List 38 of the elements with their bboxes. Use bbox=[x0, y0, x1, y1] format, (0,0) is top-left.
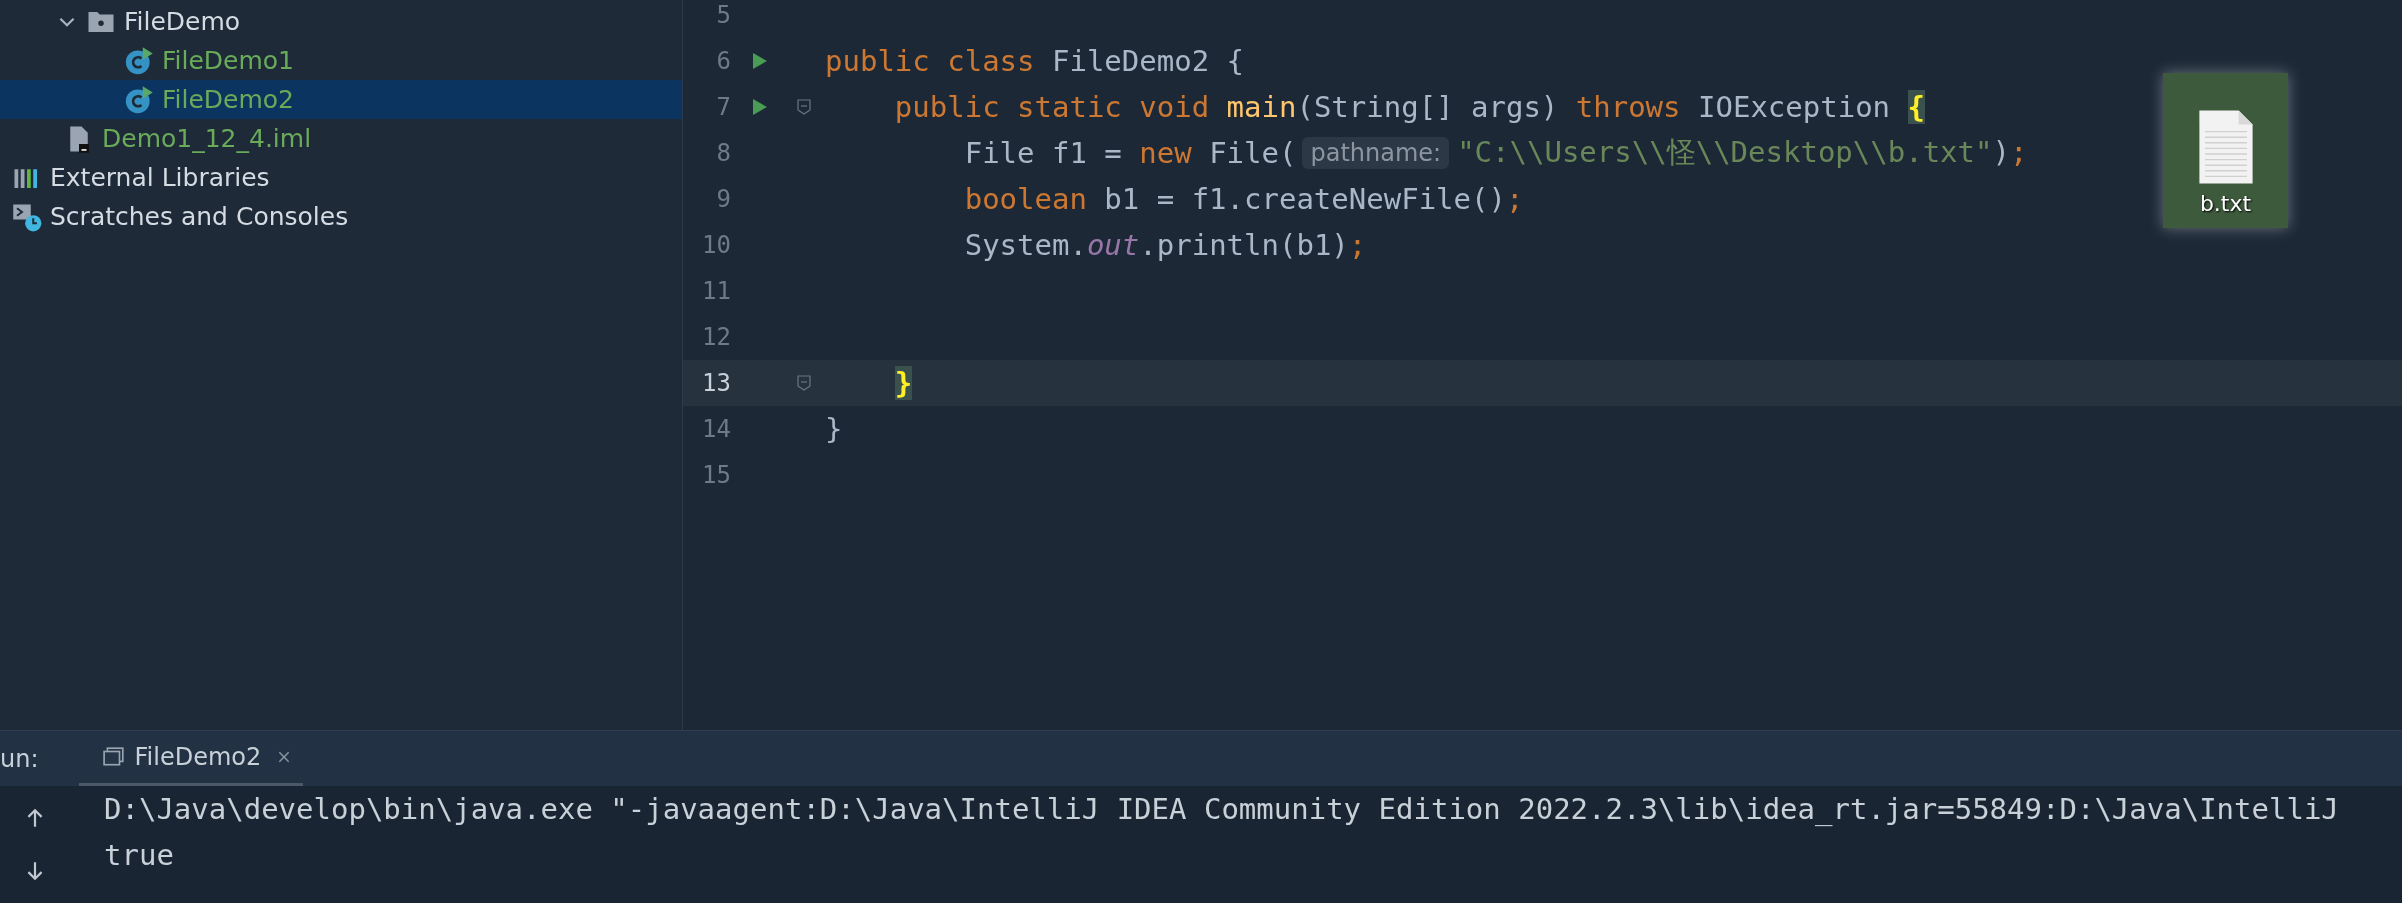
console-line: true bbox=[104, 837, 175, 874]
text-file-icon bbox=[2197, 109, 2254, 185]
close-icon[interactable] bbox=[277, 750, 292, 764]
class-icon bbox=[124, 45, 154, 76]
code-text: } bbox=[893, 366, 913, 400]
tree-item[interactable]: Demo1_12_4.iml bbox=[0, 119, 682, 158]
fold-marker-icon[interactable] bbox=[796, 99, 812, 115]
tree-item[interactable]: Scratches and Consoles bbox=[0, 197, 682, 236]
tree-item[interactable]: FileDemo2 bbox=[0, 80, 682, 119]
line-number: 12 bbox=[701, 323, 731, 351]
line-number: 5 bbox=[715, 1, 731, 29]
tree-item[interactable]: FileDemo bbox=[0, 2, 682, 41]
tree-item[interactable]: External Libraries bbox=[0, 158, 682, 197]
code-text: "C:\\Users\\怪\\Desktop\\b.txt"); bbox=[1457, 134, 2028, 171]
run-label: un: bbox=[0, 744, 39, 773]
line-number: 8 bbox=[715, 139, 731, 167]
line-number: 10 bbox=[701, 231, 731, 259]
window-icon bbox=[102, 746, 125, 768]
line-number: 6 bbox=[715, 47, 731, 75]
class-icon bbox=[124, 84, 154, 115]
code-text: public static void main(String[] args) throws IOException { bbox=[893, 90, 1925, 124]
run-tab[interactable]: FileDemo2 bbox=[78, 731, 304, 786]
line-number: 11 bbox=[701, 277, 731, 305]
line-number: 15 bbox=[701, 461, 731, 489]
code-text: File f1 = new File( bbox=[963, 136, 1297, 170]
console-line: D:\Java\develop\bin\java.exe "-javaagent:D:\Java\IntelliJ IDEA Community Edition 2022.2.3\lib\idea_rt.jar=55849:D:\Java\IntelliJ bbox=[104, 791, 2339, 828]
code-text: boolean b1 = f1.createNewFile(); bbox=[963, 182, 1524, 216]
code-text: public class FileDemo2 { bbox=[825, 44, 1245, 78]
parameter-hint: pathname: bbox=[1302, 137, 1450, 169]
code-text: } bbox=[825, 412, 843, 446]
tree-item[interactable]: FileDemo1 bbox=[0, 41, 682, 80]
line-number: 7 bbox=[715, 93, 731, 121]
line-number: 13 bbox=[701, 369, 731, 397]
code-text: System.out.println(b1); bbox=[963, 228, 1367, 262]
line-number: 14 bbox=[701, 415, 731, 443]
line-number: 9 bbox=[715, 185, 731, 213]
fold-marker-icon[interactable] bbox=[796, 375, 812, 391]
desktop-file-thumbnail[interactable]: b.txt bbox=[2163, 73, 2288, 228]
